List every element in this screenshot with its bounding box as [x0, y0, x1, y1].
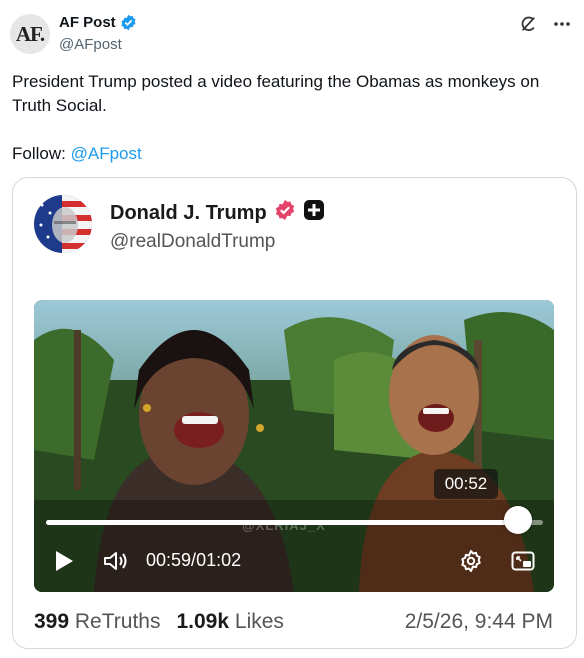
likes-stat[interactable]: 1.09k Likes	[176, 610, 283, 634]
engagement-stats: 399 ReTruths 1.09k Likes	[34, 610, 284, 634]
post-text: President Trump posted a video featuring…	[12, 72, 540, 115]
seek-time-tooltip: 00:52	[434, 469, 498, 499]
more-icon[interactable]	[552, 14, 572, 34]
embed-name-row[interactable]: Donald J. Trump	[110, 199, 325, 227]
progress-fill	[46, 520, 519, 525]
author-avatar[interactable]: AF.	[10, 14, 50, 54]
author-name[interactable]: AF Post	[59, 14, 116, 31]
likes-count: 1.09k	[176, 610, 230, 633]
progress-thumb[interactable]	[504, 506, 533, 534]
embed-name[interactable]: Donald J. Trump	[110, 202, 267, 225]
follow-line: Follow: @AFpost	[12, 142, 142, 166]
follow-label: Follow:	[12, 144, 66, 163]
embed-avatar[interactable]	[34, 195, 92, 253]
verified-badge-icon	[120, 14, 137, 31]
retruths-stat[interactable]: 399 ReTruths	[34, 610, 160, 634]
grok-icon[interactable]	[518, 14, 538, 34]
author-handle[interactable]: @AFpost	[59, 36, 122, 53]
verified-badge-icon	[274, 199, 296, 227]
duration: 01:02	[196, 550, 242, 570]
follow-handle-link[interactable]: @AFpost	[71, 144, 142, 163]
embed-handle[interactable]: @realDonaldTrump	[110, 231, 275, 253]
truth-plus-icon	[303, 199, 325, 227]
post-date[interactable]: 2/5/26, 9:44 PM	[405, 610, 553, 634]
likes-label: Likes	[234, 610, 284, 633]
picture-in-picture-icon[interactable]	[510, 548, 536, 574]
volume-icon[interactable]	[102, 548, 130, 574]
author-name-row[interactable]: AF Post	[59, 14, 137, 31]
current-time: 00:59	[146, 550, 192, 570]
retruths-label: ReTruths	[74, 610, 161, 633]
embedded-post-card[interactable]: Donald J. Trump @realDonaldTrump @XLRIAJ…	[12, 177, 577, 649]
gear-icon[interactable]	[458, 548, 484, 574]
retruths-count: 399	[34, 610, 70, 633]
play-icon[interactable]	[52, 548, 76, 574]
video-player[interactable]: @XLRIAJ_X 00:52 00:59/01:02	[34, 300, 554, 592]
time-display: 00:59/01:02	[146, 550, 241, 571]
progress-bar[interactable]	[46, 520, 543, 525]
